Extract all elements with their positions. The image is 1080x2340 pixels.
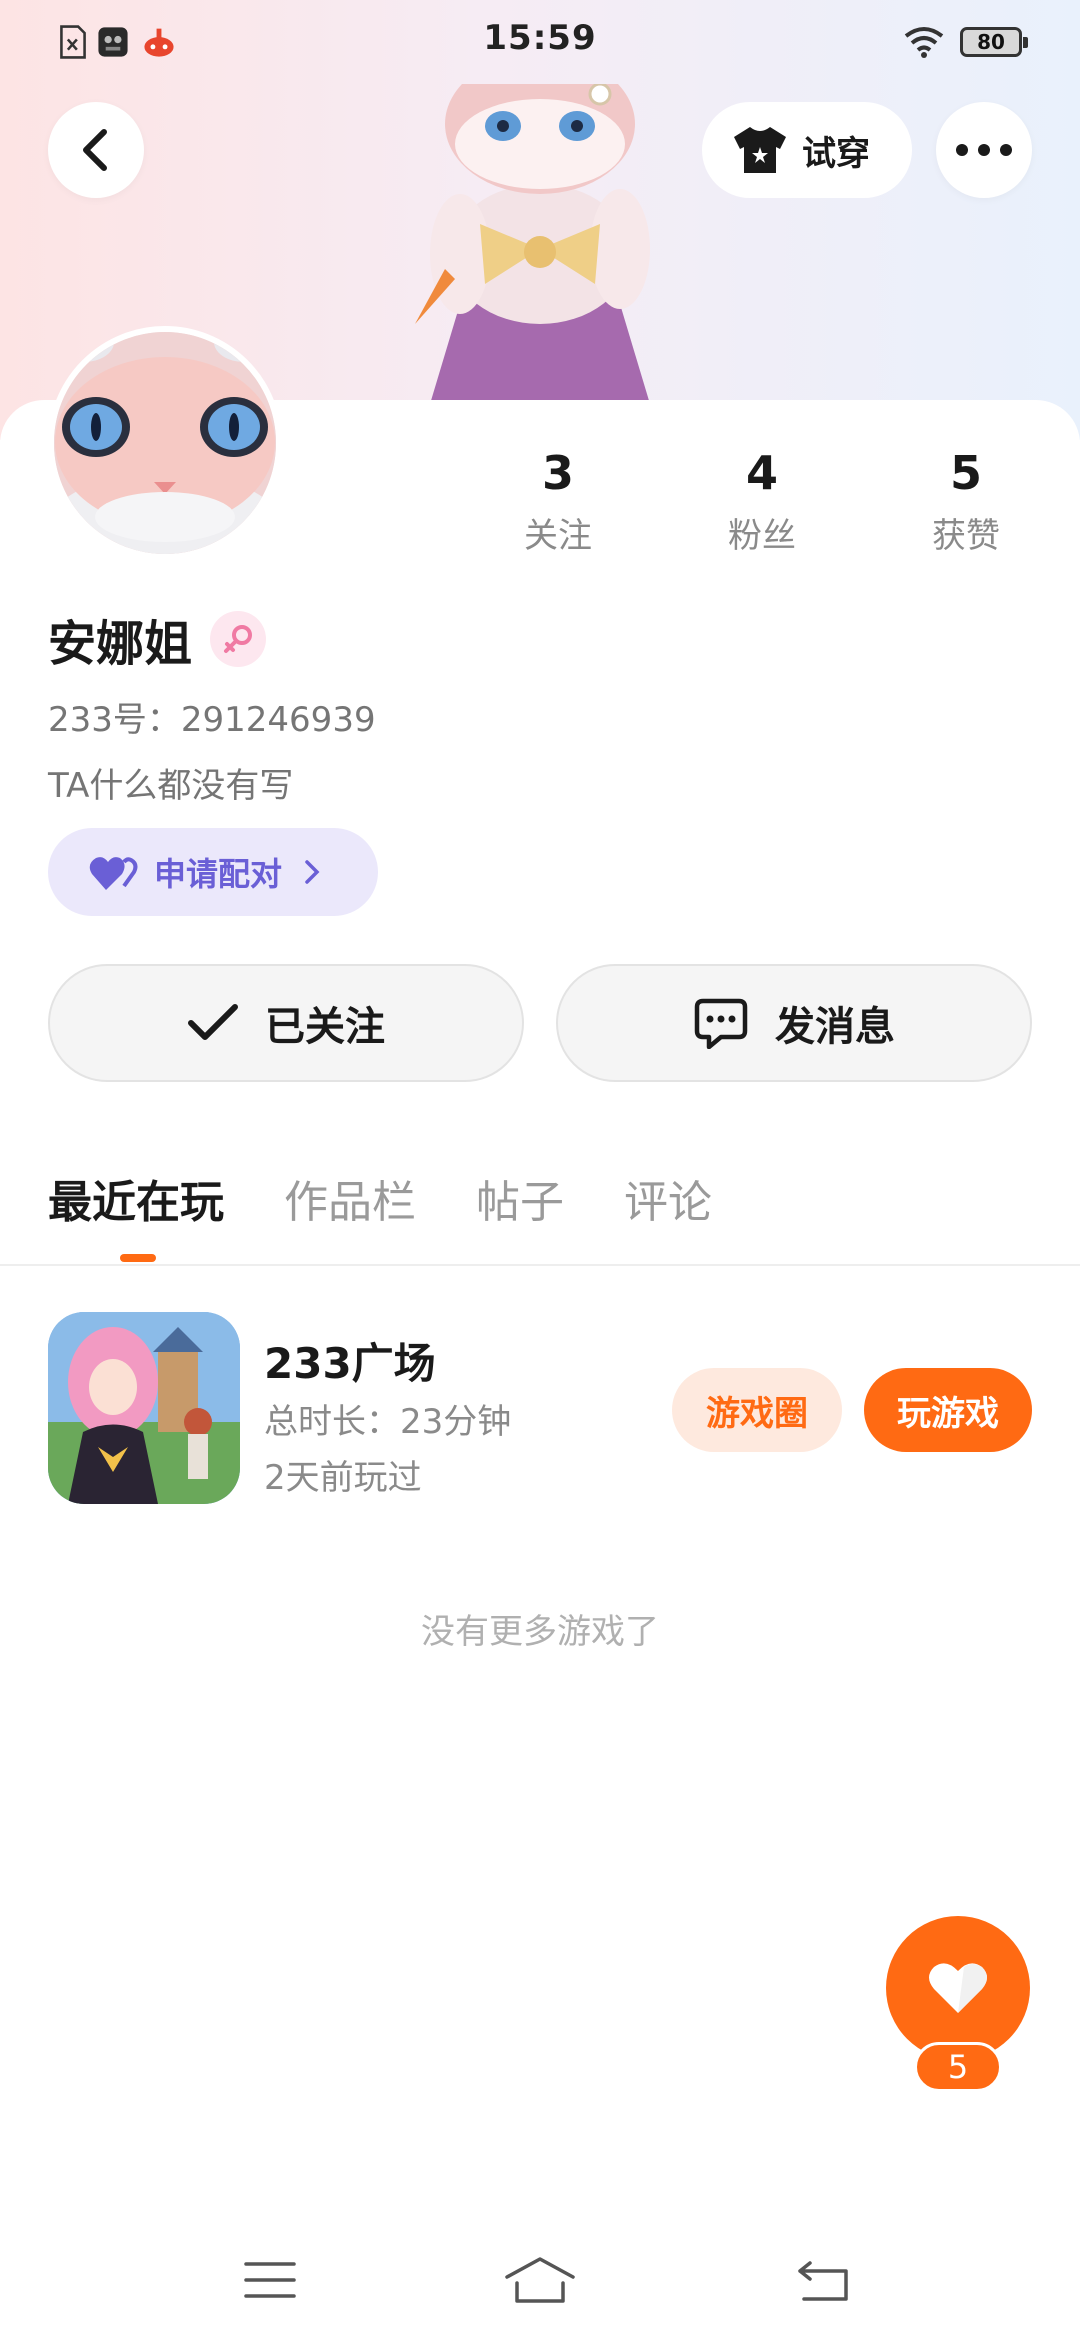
stat-likes[interactable]: 5 获赞 [906,446,1026,557]
return-icon [798,2261,848,2301]
more-icon [956,144,1012,156]
stat-followers-label: 粉丝 [728,516,796,556]
profile-screen: 15:59 80 试穿 3 关注 4 粉丝 5 获赞 安娜姐 233号：2912… [0,0,1080,2340]
send-message-label: 发消息 [775,1004,895,1050]
status-bar: 15:59 80 [0,0,1080,84]
system-navigation-bar [0,2230,1080,2340]
stat-following-count: 3 [541,446,574,500]
game-icon[interactable] [48,1312,240,1504]
chat-icon [694,998,748,1049]
tab-active-indicator [120,1254,156,1262]
send-message-button[interactable]: 发消息 [556,964,1032,1082]
game-name: 233广场 [264,1339,436,1388]
home-button[interactable] [500,2250,580,2310]
menu-icon [244,2262,296,2298]
back-button[interactable] [48,102,144,198]
avatar[interactable] [48,326,282,560]
apply-match-label: 申请配对 [154,855,283,893]
tab-posts[interactable]: 帖子 [476,1166,564,1230]
shirt-icon [734,127,786,173]
stat-followers[interactable]: 4 粉丝 [702,446,822,557]
stat-followers-count: 4 [745,446,778,500]
apply-match-button[interactable]: 申请配对 [48,828,378,916]
stat-likes-count: 5 [949,446,982,500]
stat-following-label: 关注 [524,516,592,556]
nickname-row: 安娜姐 [48,604,267,674]
list-item[interactable]: 233广场 总时长：23分钟 2天前玩过 游戏圈 玩游戏 [48,1312,1032,1506]
stat-likes-label: 获赞 [932,516,1000,556]
try-on-label: 试穿 [802,133,870,174]
like-button[interactable] [886,1916,1030,2060]
stat-following[interactable]: 3 关注 [498,446,618,557]
no-more-games-text: 没有更多游戏了 [421,1612,659,1652]
more-button[interactable] [936,102,1032,198]
menu-button[interactable] [230,2250,310,2310]
check-icon [188,1004,238,1040]
home-icon [505,2257,575,2303]
female-icon [210,611,267,667]
heart-icon [929,1963,987,2013]
following-button[interactable]: 已关注 [48,964,524,1082]
wifi-icon [904,27,944,58]
tabs-divider [0,1264,1080,1266]
following-label: 已关注 [265,1004,385,1050]
game-duration: 总时长：23分钟 [264,1402,512,1442]
try-on-button[interactable]: 试穿 [702,102,912,198]
like-count-badge: 5 [914,2042,1002,2092]
avatar-3d-figure [415,84,650,404]
chevron-right-icon [305,860,320,884]
game-circle-button[interactable]: 游戏圈 [672,1368,842,1452]
tab-works[interactable]: 作品栏 [284,1166,416,1230]
profile-tabs: 最近在玩 作品栏 帖子 评论 [48,1166,772,1230]
avatar-image [54,332,276,554]
double-heart-icon [89,857,138,890]
bio: TA什么都没有写 [48,766,294,806]
game-last-played: 2天前玩过 [264,1458,422,1498]
tab-recently-played[interactable]: 最近在玩 [48,1166,224,1230]
play-game-button[interactable]: 玩游戏 [864,1368,1032,1452]
back-nav-button[interactable] [784,2250,864,2310]
battery-icon: 80 [960,27,1028,57]
nickname: 安娜姐 [48,616,193,672]
back-icon [83,129,107,171]
user-id: 233号：291246939 [48,700,376,740]
tab-comments[interactable]: 评论 [624,1166,712,1230]
